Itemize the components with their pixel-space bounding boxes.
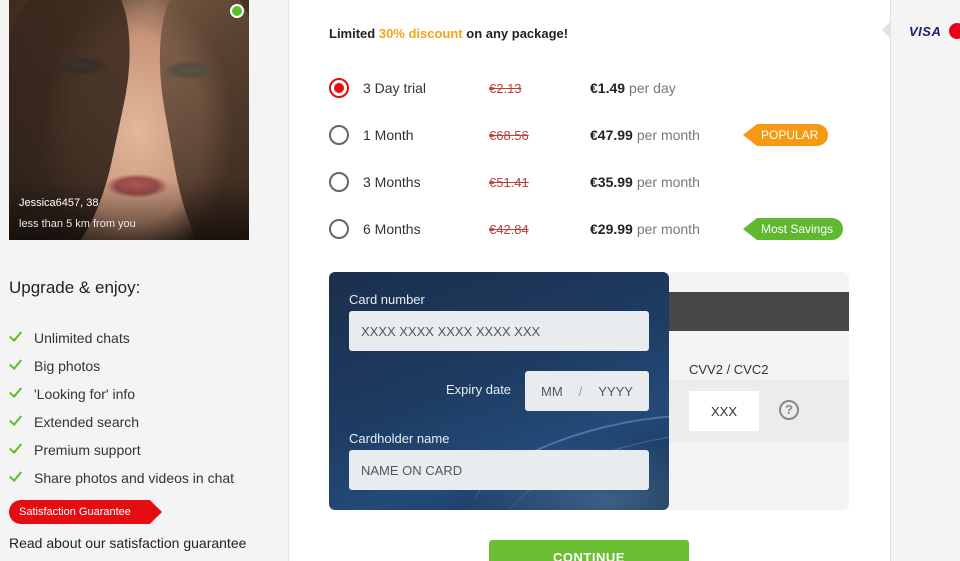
profile-photo[interactable]: Jessica6457, 38 less than 5 km from you: [9, 0, 249, 240]
check-icon: [10, 357, 27, 367]
radio-icon[interactable]: [329, 219, 349, 239]
package-price: €29.99 per month: [590, 221, 700, 237]
payment-main: Limited 30% discount on any package! 3 D…: [290, 0, 890, 561]
package-price: €47.99 per month: [590, 127, 700, 143]
feature-list: Unlimited chats Big photos 'Looking for'…: [10, 324, 234, 492]
radio-icon[interactable]: [329, 125, 349, 145]
expiry-year[interactable]: YYYY: [598, 384, 633, 399]
feature-item: Unlimited chats: [10, 324, 234, 352]
cardholder-label: Cardholder name: [349, 431, 450, 446]
package-option-6-months[interactable]: 6 Months €42.84 €29.99 per month Most Sav…: [329, 217, 849, 241]
price-period: per month: [636, 174, 700, 190]
package-price: €35.99 per month: [590, 174, 700, 190]
check-icon: [10, 413, 27, 423]
package-option-3-day[interactable]: 3 Day trial €2.13 €1.49 per day: [329, 76, 849, 100]
feature-label: Big photos: [34, 358, 101, 374]
feature-item: Share photos and videos in chat: [10, 464, 234, 492]
upgrade-title: Upgrade & enjoy:: [9, 278, 141, 297]
profile-name-age: Jessica6457, 38: [19, 197, 99, 209]
price-period: per day: [629, 80, 676, 96]
photo-shade: [9, 180, 249, 240]
package-price: €1.49 per day: [590, 80, 676, 96]
package-option-3-months[interactable]: 3 Months €51.41 €35.99 per month: [329, 170, 849, 194]
old-price: €68.56: [489, 127, 529, 143]
online-status-icon: [230, 4, 244, 18]
expiry-label: Expiry date: [446, 382, 512, 397]
feature-label: Share photos and videos in chat: [34, 470, 235, 486]
check-icon: [10, 385, 27, 395]
old-price: €42.84: [489, 221, 529, 237]
headline-suffix: on any package!: [462, 26, 569, 41]
popular-tag: POPULAR: [743, 124, 829, 146]
mastercard-logo-icon: [949, 23, 960, 39]
panel-notch: [882, 22, 890, 38]
check-icon: [10, 469, 27, 479]
check-icon: [10, 329, 27, 339]
feature-label: Unlimited chats: [34, 330, 130, 346]
old-price: €2.13: [489, 80, 522, 96]
expiry-month[interactable]: MM: [541, 384, 563, 399]
visa-logo-icon: VISA: [909, 24, 942, 39]
radio-selected-icon[interactable]: [329, 78, 349, 98]
cardholder-input[interactable]: NAME ON CARD: [349, 450, 649, 490]
price-period: per month: [636, 221, 700, 237]
price-value: €35.99: [590, 174, 633, 190]
radio-icon[interactable]: [329, 172, 349, 192]
feature-item: 'Looking for' info: [10, 380, 234, 408]
old-price: €51.41: [489, 174, 529, 190]
package-label: 1 Month: [363, 127, 414, 143]
card-number-input[interactable]: XXXX XXXX XXXX XXXX XXX: [349, 311, 649, 351]
card-back: CVV2 / CVC2 XXX ?: [669, 272, 849, 510]
package-label: 3 Day trial: [363, 80, 427, 96]
feature-item: Extended search: [10, 408, 234, 436]
feature-label: 'Looking for' info: [34, 386, 136, 402]
left-panel: Jessica6457, 38 less than 5 km from you …: [0, 0, 289, 561]
price-value: €47.99: [590, 127, 633, 143]
satisfaction-badge: Satisfaction Guarantee: [9, 500, 162, 524]
cvv-input[interactable]: XXX: [689, 391, 759, 431]
feature-item: Big photos: [10, 352, 234, 380]
feature-label: Premium support: [34, 442, 141, 458]
check-icon: [10, 441, 27, 451]
feature-item: Premium support: [10, 436, 234, 464]
discount-highlight: 30% discount: [378, 26, 463, 41]
most-savings-tag: Most Savings: [743, 218, 844, 240]
expiry-separator: /: [578, 383, 583, 399]
feature-label: Extended search: [34, 414, 140, 430]
price-period: per month: [636, 127, 700, 143]
price-value: €29.99: [590, 221, 633, 237]
headline-prefix: Limited: [329, 26, 379, 41]
package-label: 6 Months: [363, 221, 421, 237]
profile-distance: less than 5 km from you: [19, 218, 136, 230]
card-front: Card number XXXX XXXX XXXX XXXX XXX Expi…: [329, 272, 669, 510]
card-number-label: Card number: [349, 292, 425, 307]
continue-button[interactable]: CONTINUE: [489, 540, 689, 561]
right-panel: VISA: [882, 0, 960, 561]
package-label: 3 Months: [363, 174, 421, 190]
discount-headline: Limited 30% discount on any package!: [329, 26, 568, 41]
expiry-input[interactable]: MM / YYYY: [525, 371, 649, 411]
magnetic-strip: [669, 292, 849, 331]
satisfaction-link[interactable]: Read about our satisfaction guarantee: [9, 535, 246, 551]
cvv-label: CVV2 / CVC2: [689, 362, 769, 377]
package-option-1-month[interactable]: 1 Month €68.56 €47.99 per month POPULAR: [329, 123, 849, 147]
help-icon[interactable]: ?: [779, 400, 799, 420]
price-value: €1.49: [590, 80, 626, 96]
